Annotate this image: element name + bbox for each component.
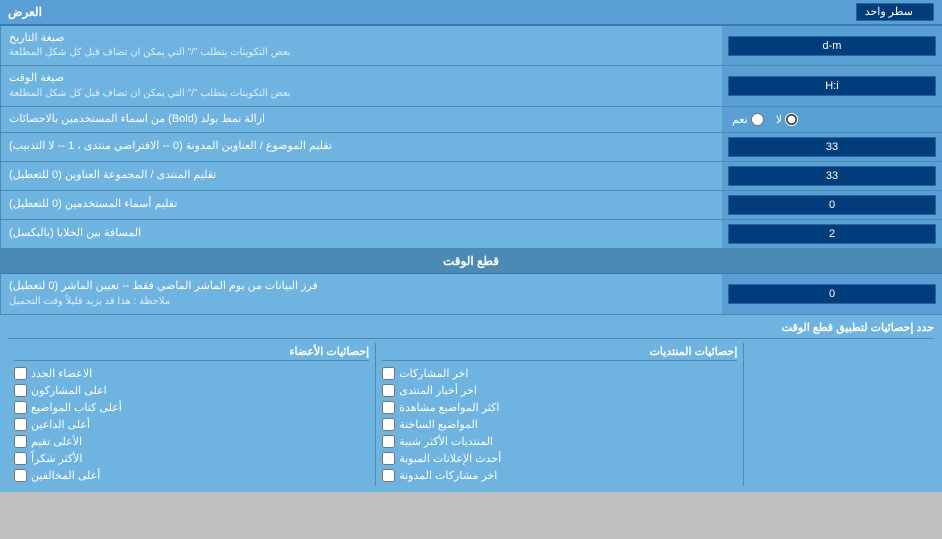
post-checkbox-0[interactable] — [382, 367, 395, 380]
date-format-input-cell[interactable] — [722, 26, 942, 65]
topic-order-input-cell[interactable] — [722, 133, 942, 161]
stats-limit-label: حدد إحصائيات لتطبيق قطع الوقت — [8, 321, 934, 334]
stats-col-posts: إحصائيات المنتديات اخر المشاركات اخر أخب… — [375, 343, 743, 486]
post-checkbox-1[interactable] — [382, 384, 395, 397]
cell-distance-input-cell[interactable] — [722, 220, 942, 248]
members-col-title: إحصائيات الأعضاء — [14, 345, 369, 361]
member-checkbox-3[interactable] — [14, 418, 27, 431]
member-checkbox-5[interactable] — [14, 452, 27, 465]
time-cut-section-header: قطع الوقت — [0, 249, 942, 274]
post-item-0[interactable]: اخر المشاركات — [382, 365, 737, 382]
post-checkbox-5[interactable] — [382, 452, 395, 465]
cell-distance-row: المسافة بين الخلايا (بالبكسل) — [0, 220, 942, 249]
post-item-5[interactable]: أحدث الإعلانات المبوبة — [382, 450, 737, 467]
stats-col-empty — [743, 343, 934, 486]
main-container: سطر واحدسطرينثلاثة أسطر العرض صيغة التار… — [0, 0, 942, 492]
posts-col-title: إحصائيات المنتديات — [382, 345, 737, 361]
forum-order-row: تقليم المنتدى / المجموعة العناوين (0 للت… — [0, 162, 942, 191]
time-cut-row: فرز البيانات من يوم الماشر الماضي فقط --… — [0, 274, 942, 314]
radio-yes[interactable] — [751, 113, 764, 126]
forum-order-input[interactable] — [728, 166, 936, 186]
post-checkbox-3[interactable] — [382, 418, 395, 431]
user-names-row: تقليم أسماء المستخدمين (0 للتعطيل) — [0, 191, 942, 220]
forum-order-input-cell[interactable] — [722, 162, 942, 190]
time-format-input[interactable] — [728, 76, 936, 96]
topic-order-input[interactable] — [728, 137, 936, 157]
user-names-input-cell[interactable] — [722, 191, 942, 219]
member-item-1[interactable]: اعلى المشاركون — [14, 382, 369, 399]
header-title: العرض — [8, 5, 42, 19]
member-checkbox-1[interactable] — [14, 384, 27, 397]
header-row: سطر واحدسطرينثلاثة أسطر العرض — [0, 0, 942, 26]
topic-order-row: تقليم الموضوع / العناوين المدونة (0 -- ا… — [0, 133, 942, 162]
stats-title-row: حدد إحصائيات لتطبيق قطع الوقت — [8, 321, 934, 339]
time-format-input-cell[interactable] — [722, 66, 942, 105]
post-item-2[interactable]: اكثر المواضيع مشاهدة — [382, 399, 737, 416]
radio-no-label[interactable]: لا — [776, 113, 798, 126]
member-checkbox-4[interactable] — [14, 435, 27, 448]
post-item-1[interactable]: اخر أخبار المنتدى — [382, 382, 737, 399]
member-checkbox-6[interactable] — [14, 469, 27, 482]
date-format-label: صيغة التاريخ بعض التكوينات يتطلب "/" الت… — [0, 26, 722, 65]
member-item-4[interactable]: الأعلى تقيم — [14, 433, 369, 450]
post-item-6[interactable]: اخر مشاركات المدونة — [382, 467, 737, 484]
member-item-2[interactable]: أعلى كتاب المواضيع — [14, 399, 369, 416]
member-item-3[interactable]: أعلى الداعين — [14, 416, 369, 433]
time-cut-input[interactable] — [728, 284, 936, 304]
time-format-row: صيغة الوقت بعض التكوينات يتطلب "/" التي … — [0, 66, 942, 106]
topic-order-label: تقليم الموضوع / العناوين المدونة (0 -- ا… — [0, 133, 722, 161]
stats-section: حدد إحصائيات لتطبيق قطع الوقت إحصائيات ا… — [0, 315, 942, 492]
date-format-row: صيغة التاريخ بعض التكوينات يتطلب "/" الت… — [0, 26, 942, 66]
date-format-input[interactable] — [728, 36, 936, 56]
member-checkbox-0[interactable] — [14, 367, 27, 380]
member-item-6[interactable]: أعلى المخالفين — [14, 467, 369, 484]
bold-remove-row: لا نعم ازالة نمط بولد (Bold) من اسماء ال… — [0, 107, 942, 133]
post-checkbox-4[interactable] — [382, 435, 395, 448]
cell-distance-input[interactable] — [728, 224, 936, 244]
radio-no[interactable] — [785, 113, 798, 126]
time-cut-label: فرز البيانات من يوم الماشر الماضي فقط --… — [0, 274, 722, 313]
time-cut-input-cell[interactable] — [722, 274, 942, 313]
display-select-wrapper[interactable]: سطر واحدسطرينثلاثة أسطر — [856, 3, 934, 21]
post-checkbox-6[interactable] — [382, 469, 395, 482]
bold-remove-label: ازالة نمط بولد (Bold) من اسماء المستخدمي… — [0, 107, 722, 132]
post-item-3[interactable]: المواضيع الساخنة — [382, 416, 737, 433]
post-checkbox-2[interactable] — [382, 401, 395, 414]
member-checkbox-2[interactable] — [14, 401, 27, 414]
radio-yes-label[interactable]: نعم — [732, 113, 764, 126]
member-item-5[interactable]: الأكثر شكراً — [14, 450, 369, 467]
cell-distance-label: المسافة بين الخلايا (بالبكسل) — [0, 220, 722, 248]
member-item-0[interactable]: الاعضاء الجدد — [14, 365, 369, 382]
display-select[interactable]: سطر واحدسطرينثلاثة أسطر — [856, 3, 934, 21]
forum-order-label: تقليم المنتدى / المجموعة العناوين (0 للت… — [0, 162, 722, 190]
stats-grid: إحصائيات المنتديات اخر المشاركات اخر أخب… — [8, 343, 934, 486]
user-names-input[interactable] — [728, 195, 936, 215]
bold-radio-cell[interactable]: لا نعم — [722, 107, 942, 132]
time-format-label: صيغة الوقت بعض التكوينات يتطلب "/" التي … — [0, 66, 722, 105]
stats-col-members: إحصائيات الأعضاء الاعضاء الجدد اعلى المش… — [8, 343, 375, 486]
user-names-label: تقليم أسماء المستخدمين (0 للتعطيل) — [0, 191, 722, 219]
post-item-4[interactable]: المنتديات الأكثر شببة — [382, 433, 737, 450]
